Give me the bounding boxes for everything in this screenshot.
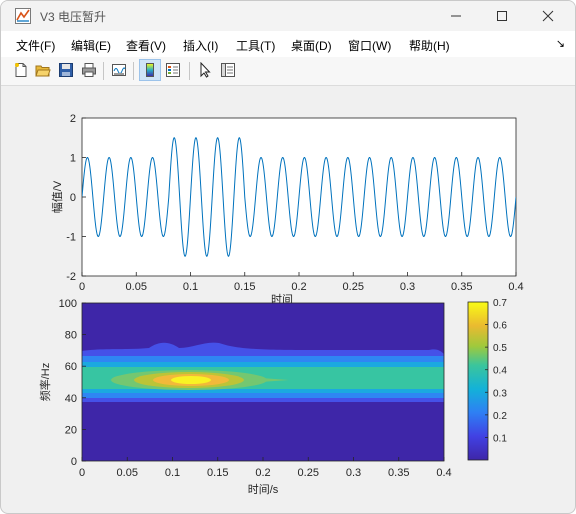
waveform-xtick-label: 0.2 bbox=[291, 281, 306, 293]
spectrogram-xtick-label: 0.4 bbox=[436, 467, 451, 479]
spectrogram-xtick-label: 0.1 bbox=[165, 467, 180, 479]
waveform-ytick-label: -1 bbox=[66, 232, 76, 244]
insert-legend-button[interactable] bbox=[163, 60, 183, 80]
open-button[interactable] bbox=[33, 60, 53, 80]
matlab-figure-icon bbox=[15, 8, 31, 24]
spectrogram-ytick-label: 100 bbox=[59, 298, 77, 310]
print-icon bbox=[82, 63, 96, 77]
colorbar-tick-label: 0.7 bbox=[493, 298, 507, 309]
toolbar-separator bbox=[133, 62, 134, 80]
figure-canvas: 0 0.05 0.1 0.15 0.2 0.25 0.3 0.35 0.4 -2 -1 0 1 2 时间… bbox=[9, 86, 569, 507]
figure-svg: 0 0.05 0.1 0.15 0.2 0.25 0.3 0.35 0.4 -2 -1 0 1 2 时间… bbox=[38, 113, 524, 496]
insert-colorbar-button[interactable] bbox=[139, 59, 161, 81]
dock-arrow-icon[interactable]: ↘ bbox=[556, 37, 565, 50]
menu-insert[interactable]: 插入(I) bbox=[183, 37, 218, 54]
colorbar-gradient bbox=[467, 301, 489, 461]
colorbar-tick-label: 0.4 bbox=[493, 366, 507, 377]
waveform-axes[interactable]: 0 0.05 0.1 0.15 0.2 0.25 0.3 0.35 0.4 -2-1012 时间… bbox=[51, 113, 524, 306]
menu-file[interactable]: 文件(F) bbox=[16, 37, 55, 54]
spectrogram-xtick-label: 0.25 bbox=[298, 467, 319, 479]
spectrogram-xtick-label: 0.2 bbox=[255, 467, 270, 479]
toolbar bbox=[1, 57, 575, 86]
waveform-xtick-label: 0.05 bbox=[126, 281, 147, 293]
menu-desktop[interactable]: 桌面(D) bbox=[291, 37, 332, 54]
waveform-xtick-label: 0.25 bbox=[343, 281, 364, 293]
spectrogram-xtick-label: 0.35 bbox=[388, 467, 409, 479]
print-button[interactable] bbox=[79, 60, 99, 80]
property-inspector-icon bbox=[221, 63, 235, 77]
minimize-icon bbox=[451, 15, 461, 17]
spectrogram-axes[interactable]: 0 0.05 0.1 0.15 0.2 0.25 0.3 0.35 0.4 0 20 40 60 80 1… bbox=[38, 298, 452, 496]
open-icon bbox=[35, 65, 51, 77]
link-plot-button[interactable] bbox=[109, 60, 129, 80]
spectrogram-ytick-label: 20 bbox=[65, 424, 77, 436]
spectrogram-xlabel: 时间/s bbox=[248, 483, 279, 496]
colorbar-tick-label: 0.3 bbox=[493, 388, 507, 399]
maximize-button[interactable] bbox=[479, 1, 525, 31]
window-title: V3 电压暂升 bbox=[40, 10, 107, 24]
insert-legend-icon bbox=[166, 63, 180, 77]
menu-edit[interactable]: 编辑(E) bbox=[71, 37, 111, 54]
new-figure-button[interactable] bbox=[11, 60, 31, 80]
spectrogram-ytick-label: 60 bbox=[65, 361, 77, 373]
spectrogram-ytick-label: 0 bbox=[71, 456, 77, 468]
close-icon bbox=[542, 10, 554, 22]
waveform-ytick-label: 2 bbox=[70, 113, 76, 125]
maximize-icon bbox=[497, 11, 507, 21]
edit-plot-button[interactable] bbox=[195, 60, 215, 80]
colorbar-tick-label: 0.5 bbox=[493, 343, 507, 354]
waveform-xtick-label: 0.3 bbox=[400, 281, 415, 293]
colorbar-tick-label: 0.6 bbox=[493, 321, 507, 332]
waveform-xtick-label: 0.35 bbox=[451, 281, 472, 293]
waveform-ytick-label: 0 bbox=[70, 192, 76, 204]
spectrogram-xtick-label: 0 bbox=[79, 467, 85, 479]
spectrogram-xtick-label: 0.15 bbox=[207, 467, 228, 479]
waveform-ytick-label: 1 bbox=[70, 153, 76, 165]
menu-view[interactable]: 查看(V) bbox=[126, 37, 166, 54]
waveform-ytick-label: -2 bbox=[66, 271, 76, 283]
edit-plot-arrow-icon bbox=[200, 62, 211, 78]
property-inspector-button[interactable] bbox=[218, 60, 238, 80]
menu-bar: 文件(F) 编辑(E) 查看(V) 插入(I) 工具(T) 桌面(D) 窗口(W… bbox=[1, 31, 575, 57]
close-button[interactable] bbox=[525, 1, 571, 31]
figure-window: V3 电压暂升 文件(F) 编辑(E) 查看(V) 插入(I) 工具(T) 桌面… bbox=[0, 0, 576, 514]
toolbar-separator bbox=[103, 62, 104, 80]
menu-help[interactable]: 帮助(H) bbox=[409, 37, 450, 54]
spectrogram-ylabel: 频率/Hz bbox=[38, 363, 52, 402]
colorbar-tick-label: 0.2 bbox=[493, 411, 507, 422]
colorbar[interactable]: 0.1 0.2 0.3 0.4 0.5 0.6 0.7 bbox=[467, 298, 507, 461]
save-button[interactable] bbox=[56, 60, 76, 80]
insert-colorbar-icon bbox=[146, 63, 154, 77]
title-bar: V3 电压暂升 bbox=[1, 1, 575, 31]
spectrogram-ytick-label: 40 bbox=[65, 393, 77, 405]
save-icon bbox=[59, 63, 73, 77]
spectrogram-ytick-label: 80 bbox=[65, 330, 77, 342]
waveform-xtick-label: 0 bbox=[79, 281, 85, 293]
waveform-xtick-label: 0.4 bbox=[508, 281, 523, 293]
spectrogram-xtick-label: 0.3 bbox=[346, 467, 361, 479]
toolbar-separator bbox=[189, 62, 190, 80]
new-figure-icon bbox=[15, 63, 27, 77]
menu-window[interactable]: 窗口(W) bbox=[348, 37, 391, 54]
spectrogram-xtick-label: 0.05 bbox=[117, 467, 138, 479]
waveform-xtick-label: 0.1 bbox=[183, 281, 198, 293]
link-plot-icon bbox=[112, 64, 126, 76]
menu-tools[interactable]: 工具(T) bbox=[236, 37, 275, 54]
contour-peak bbox=[171, 376, 211, 384]
waveform-ylabel: 幅值/V bbox=[51, 180, 64, 213]
minimize-button[interactable] bbox=[433, 1, 479, 31]
colorbar-tick-label: 0.1 bbox=[493, 433, 507, 444]
waveform-xtick-label: 0.15 bbox=[234, 281, 255, 293]
